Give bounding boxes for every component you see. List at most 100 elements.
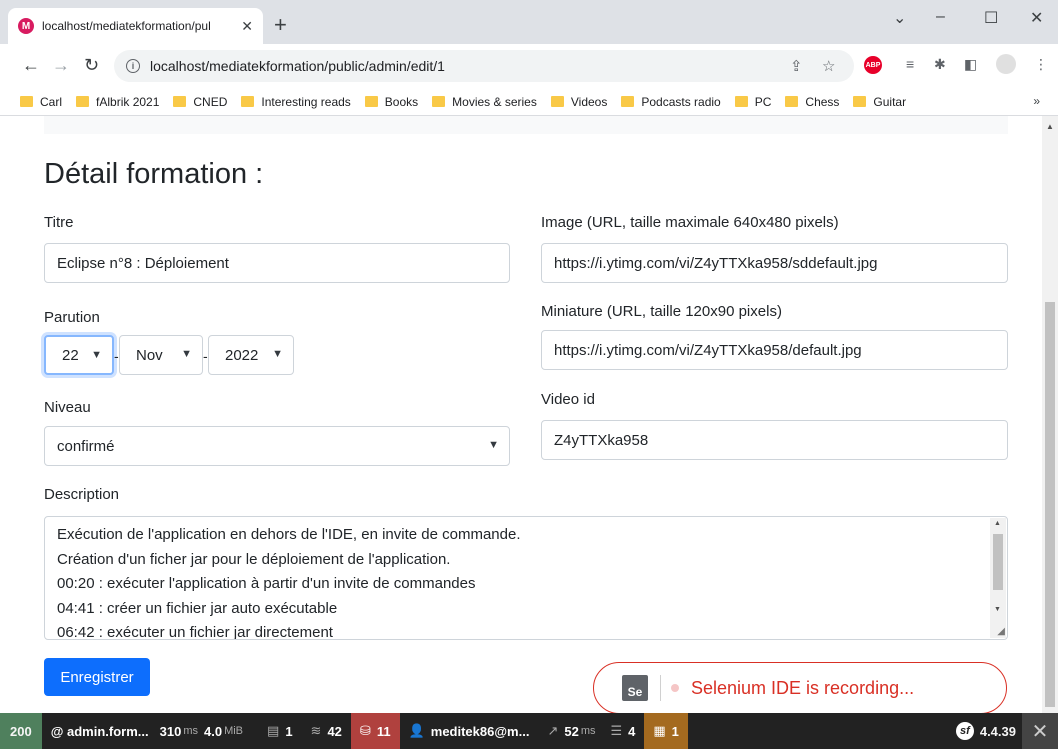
page-scroll-thumb[interactable] [1045,302,1055,707]
share-icon[interactable]: ⇪ [790,57,803,75]
warning-grid-icon: ▦ [653,723,666,738]
image-url-input[interactable]: https://i.ytimg.com/vi/Z4yTTXka958/sddef… [541,243,1008,283]
address-bar[interactable]: i localhost/mediatekformation/public/adm… [114,50,854,82]
forms-panel[interactable]: ▤ 1 [258,713,302,749]
side-panel-icon[interactable]: ◧ [964,56,977,73]
description-line: 00:20 : exécuter l'application à partir … [57,575,476,592]
symfony-debug-toolbar: 200 @ admin.form... 310 ms 4.0 MiB ▤ 1 ≋… [0,713,1058,749]
minimize-icon[interactable]: – [936,8,945,26]
route-panel[interactable]: @ admin.form... [42,713,158,749]
chevron-down-icon: ▼ [91,349,102,361]
miniature-url-input[interactable]: https://i.ytimg.com/vi/Z4yTTXka958/defau… [541,330,1008,370]
bookmark-folder[interactable]: Podcasts radio [621,95,721,109]
forward-icon[interactable]: → [52,56,70,74]
description-line: 06:42 : exécuter un fichier jar directem… [57,624,333,640]
tab-title: localhost/mediatekformation/pul [42,19,211,33]
miniature-label: Miniature (URL, taille 120x90 pixels) [541,303,782,320]
folder-icon [621,96,635,107]
chevron-down-icon: ▼ [488,439,499,451]
back-icon[interactable]: ← [22,56,40,74]
maximize-icon[interactable]: ☐ [984,8,998,28]
profile-avatar-icon[interactable] [996,54,1016,74]
video-id-label: Video id [541,391,595,408]
titre-input[interactable]: Eclipse n°8 : Déploiement [44,243,510,283]
deprecations-panel[interactable]: ▦ 1 [644,713,688,749]
chrome-menu-icon[interactable]: ⋮ [1034,56,1048,73]
textarea-scrollbar[interactable]: ▲ ▼ [990,518,1006,638]
reading-list-icon[interactable]: ≡ [906,56,914,72]
textarea-scroll-thumb[interactable] [993,534,1003,590]
video-id-input[interactable]: Z4yTTXka958 [541,420,1008,460]
parution-year-select[interactable]: 2022 ▼ [208,335,294,375]
database-panel[interactable]: ⛁ 11 [350,713,400,749]
bookmark-folder[interactable]: Carl [20,95,62,109]
banner-divider [660,675,661,701]
save-button[interactable]: Enregistrer [44,658,150,696]
more-bookmarks-icon[interactable]: » [1033,94,1040,108]
chevron-down-icon: ▼ [272,348,283,360]
page-scrollbar[interactable]: ▲ [1042,116,1058,713]
description-label: Description [44,486,120,503]
bookmark-folder[interactable]: Videos [550,95,607,109]
bookmark-folder[interactable]: Chess [785,95,839,109]
site-favicon-icon: M [18,18,34,34]
folder-icon [241,96,255,107]
parution-label: Parution [44,309,100,326]
date-separator: - [114,348,119,364]
folder-icon [785,96,799,107]
description-line: Exécution de l'application en dehors de … [57,526,521,543]
page-viewport: Détail formation : Titre Eclipse n°8 : D… [0,116,1042,713]
bookmark-star-icon[interactable]: ☆ [822,57,835,75]
folder-icon [76,96,90,107]
cache-panel[interactable]: ☰ 4 [610,713,644,749]
selenium-logo-icon: Se [622,675,648,701]
folder-icon [550,96,564,107]
database-icon: ⛁ [359,723,371,738]
clipboard-icon: ▤ [267,723,280,738]
resize-handle-icon[interactable]: ◢ [997,626,1005,637]
tab-search-chevron-icon[interactable]: ⌄ [893,8,906,28]
server-stack-icon: ☰ [610,723,623,738]
parution-day-select[interactable]: 22 ▼ [44,335,114,375]
selenium-recording-text: Selenium IDE is recording... [691,677,915,698]
performance-panel[interactable]: ↗ 52 ms [538,713,610,749]
symfony-version[interactable]: sf 4.4.39 [955,713,1016,749]
scroll-up-icon[interactable]: ▲ [994,520,1001,527]
close-tab-icon[interactable]: ✕ [241,18,253,35]
bookmark-folder[interactable]: PC [734,95,771,109]
close-toolbar-icon[interactable]: ✕ [1022,713,1058,749]
bookmark-folder[interactable]: Books [364,95,418,109]
bookmark-folder[interactable]: Movies & series [432,95,537,109]
scroll-down-icon[interactable]: ▼ [994,606,1001,613]
bookmark-folder[interactable]: CNED [173,95,227,109]
description-line: 04:41 : créer un fichier jar auto exécut… [57,599,338,617]
bookmark-folder[interactable]: fAlbrik 2021 [76,95,159,109]
browser-tab[interactable]: M localhost/mediatekformation/pul ✕ [8,8,263,44]
status-code-badge[interactable]: 200 [0,713,42,749]
folder-icon [20,96,33,107]
chart-icon: ↗ [547,723,559,738]
description-textarea[interactable]: Exécution de l'application en dehors de … [44,516,1008,640]
new-tab-icon[interactable]: + [274,14,287,36]
parution-month-select[interactable]: Nov ▼ [119,335,203,375]
time-panel[interactable]: 310 ms 4.0 MiB [158,713,258,749]
date-separator: - [203,348,208,364]
security-panel[interactable]: 👤 meditek86@m... [400,713,539,749]
twig-panel[interactable]: ≋ 42 [302,713,351,749]
window-close-icon[interactable]: ✕ [1030,8,1043,28]
reload-icon[interactable]: ↻ [84,56,99,74]
folder-icon [432,96,446,107]
bookmark-folder[interactable]: Guitar [853,95,906,109]
layers-icon: ≋ [310,723,322,738]
page-title: Détail formation : [44,158,264,190]
site-info-icon[interactable]: i [126,59,140,73]
scroll-up-icon[interactable]: ▲ [1046,122,1054,131]
adblock-plus-icon[interactable]: ABP [864,56,882,74]
extensions-puzzle-icon[interactable]: ✱ [934,56,946,73]
bookmark-folder[interactable]: Interesting reads [241,95,351,109]
folder-icon [173,96,187,107]
image-label: Image (URL, taille maximale 640x480 pixe… [541,214,839,231]
niveau-select[interactable]: confirmé ▼ [44,426,510,466]
address-url[interactable]: localhost/mediatekformation/public/admin… [150,58,445,74]
browser-toolbar: ← → ↻ i localhost/mediatekformation/publ… [0,44,1058,88]
